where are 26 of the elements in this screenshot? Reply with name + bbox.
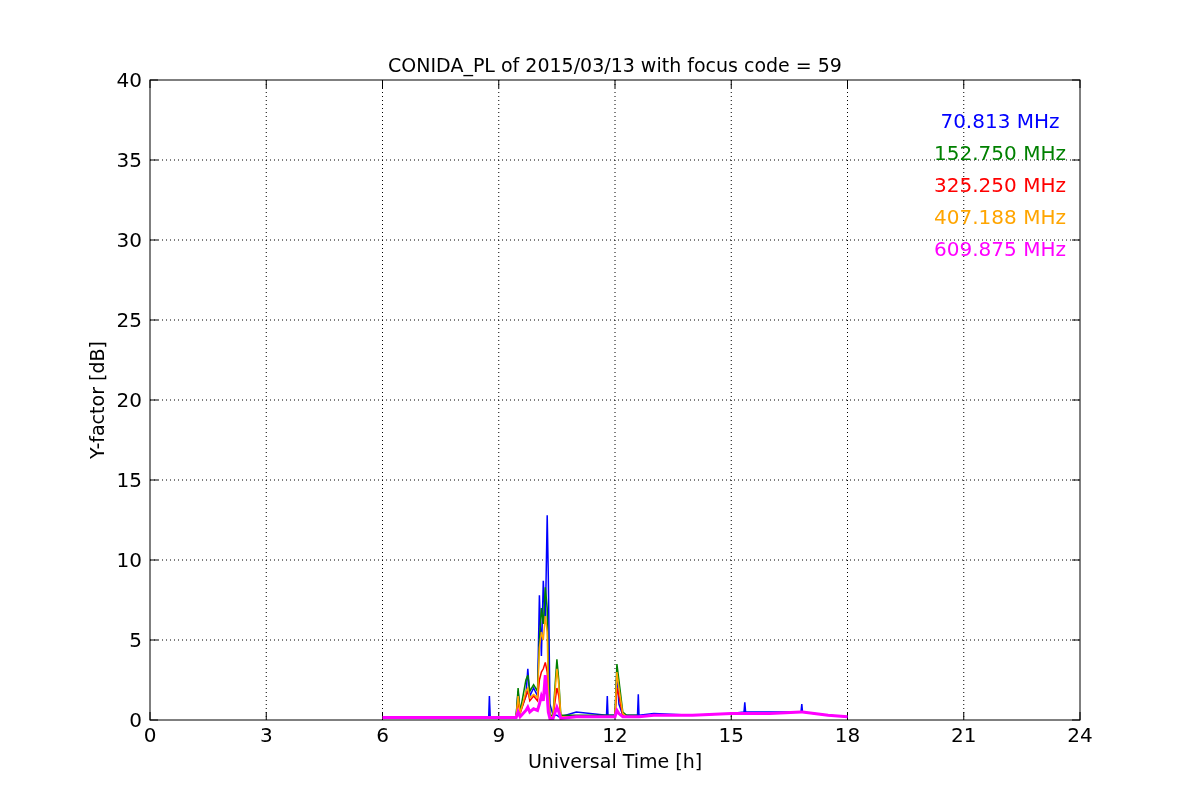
y-tick-label: 10: [116, 548, 142, 572]
y-tick-label: 40: [116, 68, 142, 92]
y-tick-label: 35: [116, 148, 142, 172]
legend-label: 609.875 MHz: [934, 237, 1066, 261]
x-tick-label: 3: [259, 723, 273, 747]
y-tick-label: 20: [116, 388, 142, 412]
y-tick-label: 5: [129, 628, 142, 652]
chart-title: CONIDA_PL of 2015/03/13 with focus code = 59: [388, 54, 842, 76]
x-tick-label: 18: [834, 723, 861, 747]
legend-label: 407.188 MHz: [934, 205, 1066, 229]
x-axis-label: Universal Time [h]: [527, 750, 703, 772]
y-tick-label: 15: [116, 468, 142, 492]
x-tick-label: 15: [718, 723, 744, 747]
x-tick-label: 9: [492, 723, 506, 747]
x-tick-label: 0: [143, 723, 157, 747]
legend-label: 325.250 MHz: [934, 173, 1066, 197]
legend-label: 152.750 MHz: [934, 141, 1066, 165]
x-tick-label: 24: [1067, 723, 1093, 747]
y-tick-label: 30: [116, 228, 142, 252]
x-tick-label: 21: [951, 723, 977, 747]
legend-label: 70.813 MHz: [940, 109, 1060, 133]
y-tick-label: 0: [129, 708, 142, 732]
y-axis-label: Y-factor [dB]: [86, 341, 108, 459]
y-tick-label: 25: [116, 308, 142, 332]
x-tick-label: 6: [376, 723, 389, 747]
x-tick-label: 12: [602, 723, 628, 747]
